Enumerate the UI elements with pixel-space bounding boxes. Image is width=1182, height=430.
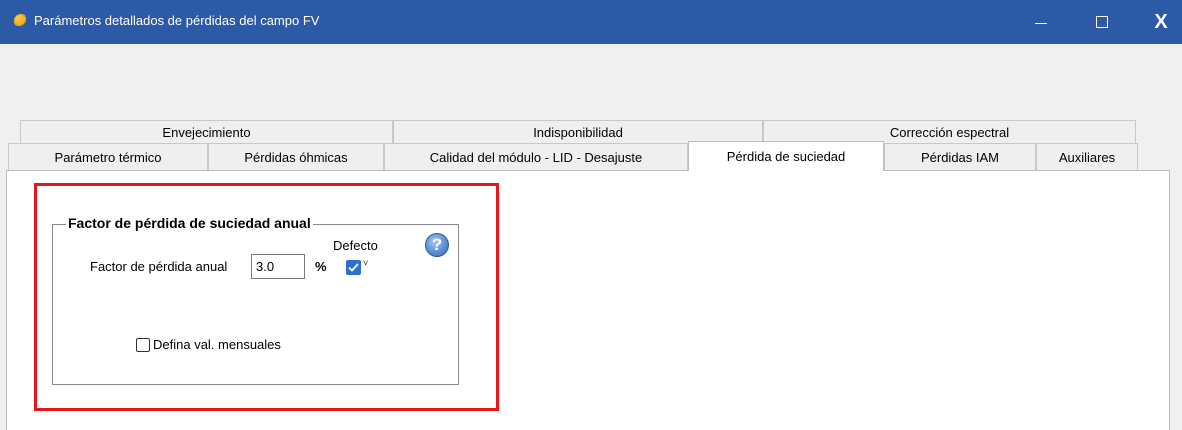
window-title: Parámetros detallados de pérdidas del ca… (34, 13, 320, 28)
soiling-group-box (52, 224, 459, 385)
annual-loss-factor-label: Factor de pérdida anual (90, 259, 228, 274)
minimize-button[interactable] (1018, 0, 1064, 44)
default-checkbox[interactable] (346, 260, 361, 275)
tab-correccion-espectral[interactable]: Corrección espectral (763, 120, 1136, 143)
default-label: Defecto (333, 238, 378, 253)
tab-calidad-modulo[interactable]: Calidad del módulo - LID - Desajuste (384, 143, 688, 170)
monthly-values-checkbox[interactable] (136, 338, 150, 352)
check-icon (348, 263, 359, 272)
chevron-down-icon: ˅ (363, 258, 369, 268)
title-bar: Parámetros detallados de pérdidas del ca… (0, 0, 1182, 44)
tab-perdida-suciedad[interactable]: Pérdida de suciedad (688, 141, 884, 171)
help-icon[interactable]: ? (425, 233, 449, 257)
tab-perdidas-ohmicas[interactable]: Pérdidas óhmicas (208, 143, 384, 170)
monthly-values-label: Defina val. mensuales (153, 337, 281, 352)
group-title: Factor de pérdida de suciedad anual (66, 215, 313, 231)
tab-parametro-termico[interactable]: Parámetro térmico (8, 143, 208, 170)
maximize-button[interactable] (1079, 0, 1125, 44)
close-icon: X (1154, 10, 1168, 33)
maximize-icon (1096, 16, 1108, 28)
minimize-icon (1035, 22, 1047, 24)
close-button[interactable]: X (1138, 0, 1182, 44)
annual-loss-factor-input[interactable] (251, 254, 305, 279)
tab-envejecimiento[interactable]: Envejecimiento (20, 120, 393, 143)
tab-perdidas-iam[interactable]: Pérdidas IAM (884, 143, 1036, 170)
tab-indisponibilidad[interactable]: Indisponibilidad (393, 120, 763, 143)
percent-unit: % (315, 259, 327, 274)
app-icon (14, 14, 28, 28)
tab-auxiliares[interactable]: Auxiliares (1036, 143, 1138, 170)
